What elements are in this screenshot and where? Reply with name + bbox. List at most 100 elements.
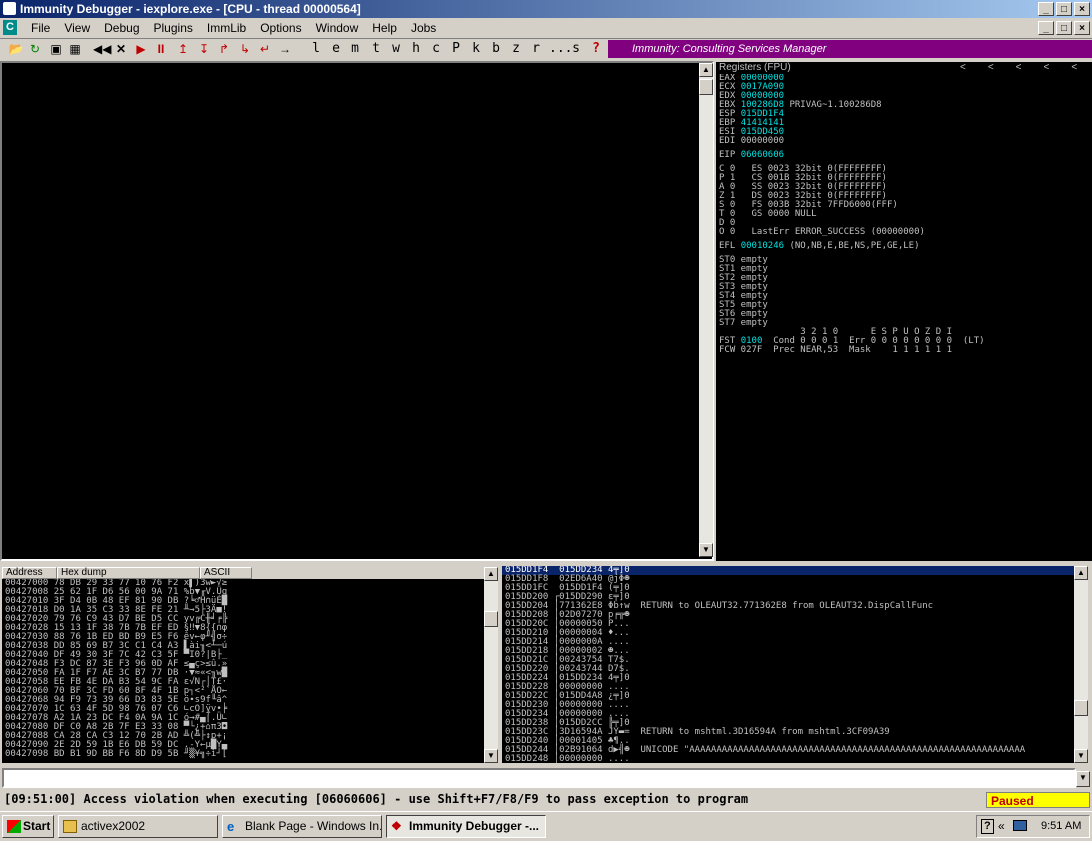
hardware-breakpoints-button[interactable]: z <box>510 40 522 58</box>
scroll-down-icon[interactable]: ▼ <box>699 543 713 557</box>
fpu-row[interactable]: ST3 empty <box>716 283 1092 292</box>
menu-help[interactable]: Help <box>365 21 404 35</box>
scroll-up-icon[interactable]: ▲ <box>699 63 713 77</box>
help-tray-icon[interactable]: ? <box>981 819 994 834</box>
fpu-row[interactable]: ST6 empty <box>716 310 1092 319</box>
memory-map-button[interactable]: m <box>349 40 361 58</box>
help-button[interactable]: ? <box>590 40 602 58</box>
rewind-icon[interactable]: ◀◀ <box>93 40 111 58</box>
close-button[interactable]: × <box>1074 2 1090 16</box>
scroll-thumb[interactable] <box>1074 700 1088 716</box>
references-button[interactable]: r <box>530 40 542 58</box>
maximize-button[interactable]: □ <box>1056 2 1072 16</box>
script-icon[interactable]: ▦ <box>67 40 83 58</box>
status-bar: [09:51:00] Access violation when executi… <box>0 791 1092 809</box>
scroll-up-icon[interactable]: ▲ <box>1074 566 1088 580</box>
fpu-row[interactable]: ST2 empty <box>716 274 1092 283</box>
eip-row[interactable]: EIP 06060606 <box>716 151 1092 160</box>
breakpoints-button[interactable]: b <box>490 40 502 58</box>
stack-row[interactable]: 015DD248 │00000000 .... <box>502 755 1074 764</box>
child-minimize-button[interactable]: _ <box>1038 21 1054 35</box>
fcw-row[interactable]: FCW 027F Prec NEAR,53 Mask 1 1 1 1 1 1 <box>716 346 1092 355</box>
restart-icon[interactable]: ↻ <box>27 40 43 58</box>
execute-till-return-icon[interactable]: ↵ <box>258 40 272 58</box>
log-window-button[interactable]: l <box>310 40 322 58</box>
cpu-button[interactable]: c <box>430 40 442 58</box>
dump-scrollbar[interactable]: ▲ ▼ <box>484 567 498 763</box>
trace-into-icon[interactable]: ↱ <box>217 40 231 58</box>
scroll-up-icon[interactable]: ▲ <box>484 567 498 581</box>
column-ascii[interactable]: ASCII <box>200 567 252 579</box>
dump-header: Address Hex dump ASCII <box>2 567 484 579</box>
source-button[interactable]: s <box>570 40 582 58</box>
menu-debug[interactable]: Debug <box>97 21 146 35</box>
handles-button[interactable]: h <box>410 40 422 58</box>
menu-view[interactable]: View <box>57 21 97 35</box>
clock[interactable]: 9:51 AM <box>1041 820 1081 832</box>
terminate-icon[interactable]: ✕ <box>114 40 128 58</box>
run-trace-button[interactable]: ... <box>549 40 572 58</box>
registers-pane[interactable]: Registers (FPU) <<<<< EAX 00000000 ECX 0… <box>716 62 1092 564</box>
open-icon[interactable]: 📂 <box>8 40 24 58</box>
menu-immlib[interactable]: ImmLib <box>200 21 253 35</box>
menu-options[interactable]: Options <box>253 21 308 35</box>
register-row[interactable]: EDI 00000000 <box>716 137 1092 146</box>
start-label: Start <box>23 819 51 833</box>
fpu-row[interactable]: ST4 empty <box>716 292 1092 301</box>
command-dropdown-icon[interactable]: ▼ <box>1076 771 1090 787</box>
step-into-icon[interactable]: ↥ <box>176 40 190 58</box>
child-close-button[interactable]: × <box>1074 21 1090 35</box>
patches-button[interactable]: P <box>450 40 462 58</box>
taskbar-item-immunity-debugger[interactable]: ❖ Immunity Debugger -... <box>386 815 546 838</box>
network-icon[interactable] <box>1013 820 1027 831</box>
window-icon[interactable]: ▣ <box>48 40 64 58</box>
go-to-icon[interactable]: → <box>278 40 292 58</box>
minimize-button[interactable]: _ <box>1038 2 1054 16</box>
efl-row[interactable]: EFL 00010246 (NO,NB,E,BE,NS,PE,GE,LE) <box>716 242 1092 251</box>
stack-scrollbar[interactable]: ▲ ▼ <box>1074 566 1088 763</box>
pause-icon[interactable]: II <box>154 40 168 58</box>
threads-button[interactable]: t <box>370 40 382 58</box>
call-stack-button[interactable]: k <box>470 40 482 58</box>
ie-icon: e <box>227 819 235 834</box>
menu-plugins[interactable]: Plugins <box>147 21 200 35</box>
consulting-services-banner[interactable]: Immunity: Consulting Services Manager <box>608 40 1092 58</box>
column-address[interactable]: Address <box>2 567 57 579</box>
scroll-down-icon[interactable]: ▼ <box>1074 749 1088 763</box>
child-restore-button[interactable]: □ <box>1056 21 1072 35</box>
register-nav-arrows[interactable]: <<<<< <box>960 62 1092 74</box>
windows-button[interactable]: w <box>390 40 402 58</box>
menu-window[interactable]: Window <box>309 21 366 35</box>
taskbar-item-internet-explorer[interactable]: e Blank Page - Windows In... <box>222 815 382 838</box>
scroll-down-icon[interactable]: ▼ <box>484 749 498 763</box>
trace-over-icon[interactable]: ↳ <box>238 40 252 58</box>
taskbar-item-activex2002[interactable]: activex2002 <box>58 815 218 838</box>
fpu-row[interactable]: ST5 empty <box>716 301 1092 310</box>
show-hidden-icons-icon[interactable]: « <box>998 819 1005 833</box>
flag-row[interactable]: O 0 LastErr ERROR_SUCCESS (00000000) <box>716 228 1092 237</box>
disassembly-scrollbar[interactable]: ▲ ▼ <box>699 63 713 557</box>
registers-title: Registers (FPU) <box>719 62 791 73</box>
stack-pane[interactable]: 015DD1F4 015DD234 4╤]0 015DD1F8 02ED6A40… <box>502 566 1074 763</box>
menu-jobs[interactable]: Jobs <box>404 21 443 35</box>
debugger-icon: ❖ <box>391 819 402 833</box>
step-over-icon[interactable]: ↧ <box>197 40 211 58</box>
flag-row[interactable]: T 0 GS 0000 NULL <box>716 210 1092 219</box>
column-hex-dump[interactable]: Hex dump <box>57 567 200 579</box>
system-tray: ? « 9:51 AM <box>976 815 1090 838</box>
fpu-row[interactable]: ST0 empty <box>716 256 1092 265</box>
fpu-row[interactable]: ST1 empty <box>716 265 1092 274</box>
disassembly-pane[interactable] <box>0 61 714 561</box>
executable-modules-button[interactable]: e <box>330 40 342 58</box>
dump-pane[interactable]: 00427000 78 DB 29 33 77 10 76 F2 x▌)3w►√… <box>2 579 484 763</box>
window-title: Immunity Debugger - iexplore.exe - [CPU … <box>20 2 361 16</box>
child-window-icon[interactable]: C <box>3 20 17 35</box>
start-button[interactable]: Start <box>2 815 54 838</box>
scroll-thumb[interactable] <box>484 611 498 627</box>
registers-header[interactable]: Registers (FPU) <<<<< <box>716 62 1092 74</box>
run-icon[interactable]: ▶ <box>134 40 148 58</box>
command-input[interactable] <box>2 768 1076 788</box>
scroll-thumb[interactable] <box>699 79 713 95</box>
dump-row[interactable]: 00427098 BD B1 9D BB F6 8D D9 5B ╜▒¥╗÷ì┘… <box>2 750 484 759</box>
menu-file[interactable]: File <box>24 21 57 35</box>
